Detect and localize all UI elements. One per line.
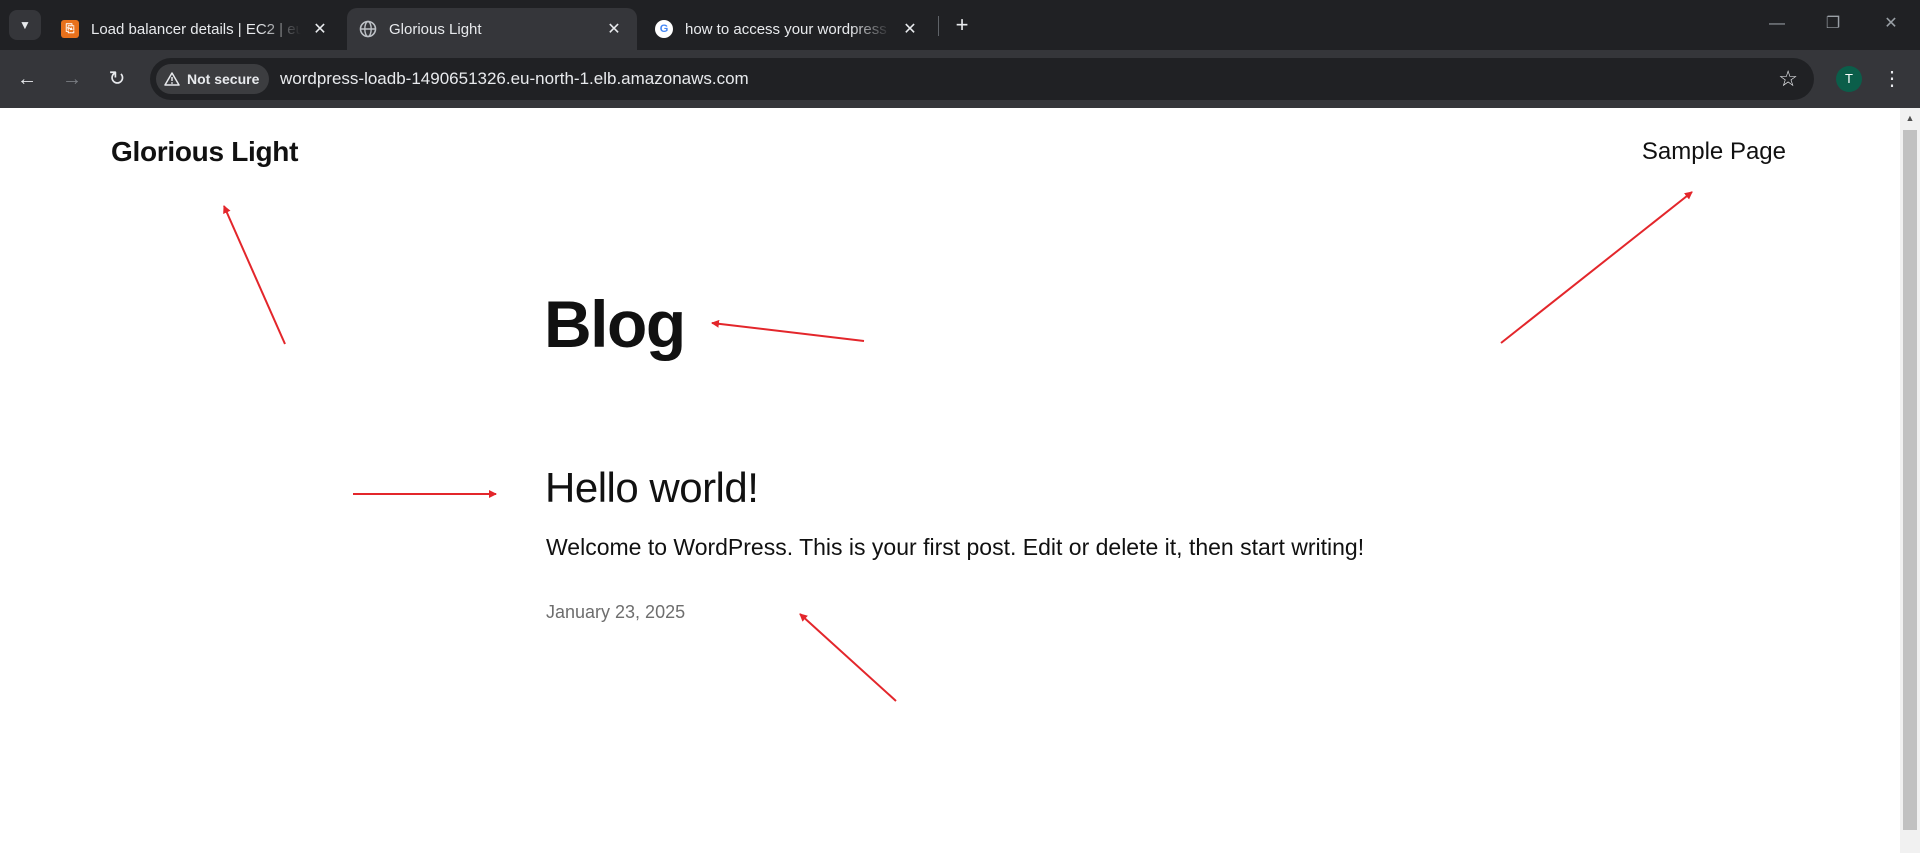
minimize-icon[interactable]: —: [1757, 12, 1797, 36]
chevron-down-icon: ▼: [19, 18, 31, 32]
aws-icon: ⎘: [61, 20, 79, 38]
menu-kebab-icon[interactable]: ⋮: [1880, 64, 1904, 94]
site-title[interactable]: Glorious Light: [111, 136, 298, 168]
tab-separator: [938, 16, 939, 36]
new-tab-button[interactable]: +: [950, 13, 974, 37]
tab-load-balancer[interactable]: ⎘ Load balancer details | EC2 | eu ✕: [49, 8, 343, 50]
tab-title: how to access your wordpress s: [685, 20, 891, 38]
web-page: Glorious Light Sample Page Blog Hello wo…: [0, 108, 1900, 853]
url-text[interactable]: wordpress-loadb-1490651326.eu-north-1.el…: [280, 58, 749, 100]
scroll-up-arrow-icon[interactable]: ▲: [1900, 108, 1920, 128]
tab-strip: ▼ ⎘ Load balancer details | EC2 | eu ✕ G…: [0, 0, 1920, 50]
tab-title: Glorious Light: [389, 20, 482, 38]
close-tab-icon[interactable]: ✕: [603, 19, 625, 39]
tab-search-button[interactable]: ▼: [9, 10, 41, 40]
back-icon[interactable]: ←: [12, 64, 42, 94]
tab-google-search[interactable]: G how to access your wordpress s ✕: [643, 8, 933, 50]
forward-icon[interactable]: →: [57, 64, 87, 94]
address-bar[interactable]: Not secure wordpress-loadb-1490651326.eu…: [150, 58, 1814, 100]
security-chip[interactable]: Not secure: [156, 64, 270, 94]
tab-title: Load balancer details | EC2 | eu: [91, 20, 301, 38]
page-title: Blog: [544, 287, 686, 361]
bookmark-star-icon[interactable]: ☆: [1778, 66, 1798, 92]
tab-glorious-light[interactable]: Glorious Light ✕: [347, 8, 637, 50]
page-scrollbar[interactable]: ▲: [1900, 108, 1920, 853]
close-window-icon[interactable]: ✕: [1871, 12, 1911, 36]
post-date[interactable]: January 23, 2025: [546, 602, 685, 623]
nav-link-sample-page[interactable]: Sample Page: [1642, 138, 1786, 166]
warning-icon: [164, 72, 180, 86]
post-title[interactable]: Hello world!: [545, 464, 759, 512]
profile-avatar[interactable]: T: [1836, 66, 1862, 92]
scrollbar-thumb[interactable]: [1903, 130, 1917, 830]
post-excerpt: Welcome to WordPress. This is your first…: [546, 534, 1365, 560]
security-label: Not secure: [187, 71, 260, 87]
close-tab-icon[interactable]: ✕: [899, 19, 921, 39]
browser-toolbar: ← → ↻ Not secure wordpress-loadb-1490651…: [0, 50, 1920, 108]
close-tab-icon[interactable]: ✕: [309, 19, 331, 39]
restore-icon[interactable]: ❐: [1813, 12, 1853, 36]
google-icon: G: [655, 20, 673, 38]
globe-icon: [359, 20, 377, 38]
reload-icon[interactable]: ↻: [102, 64, 132, 94]
